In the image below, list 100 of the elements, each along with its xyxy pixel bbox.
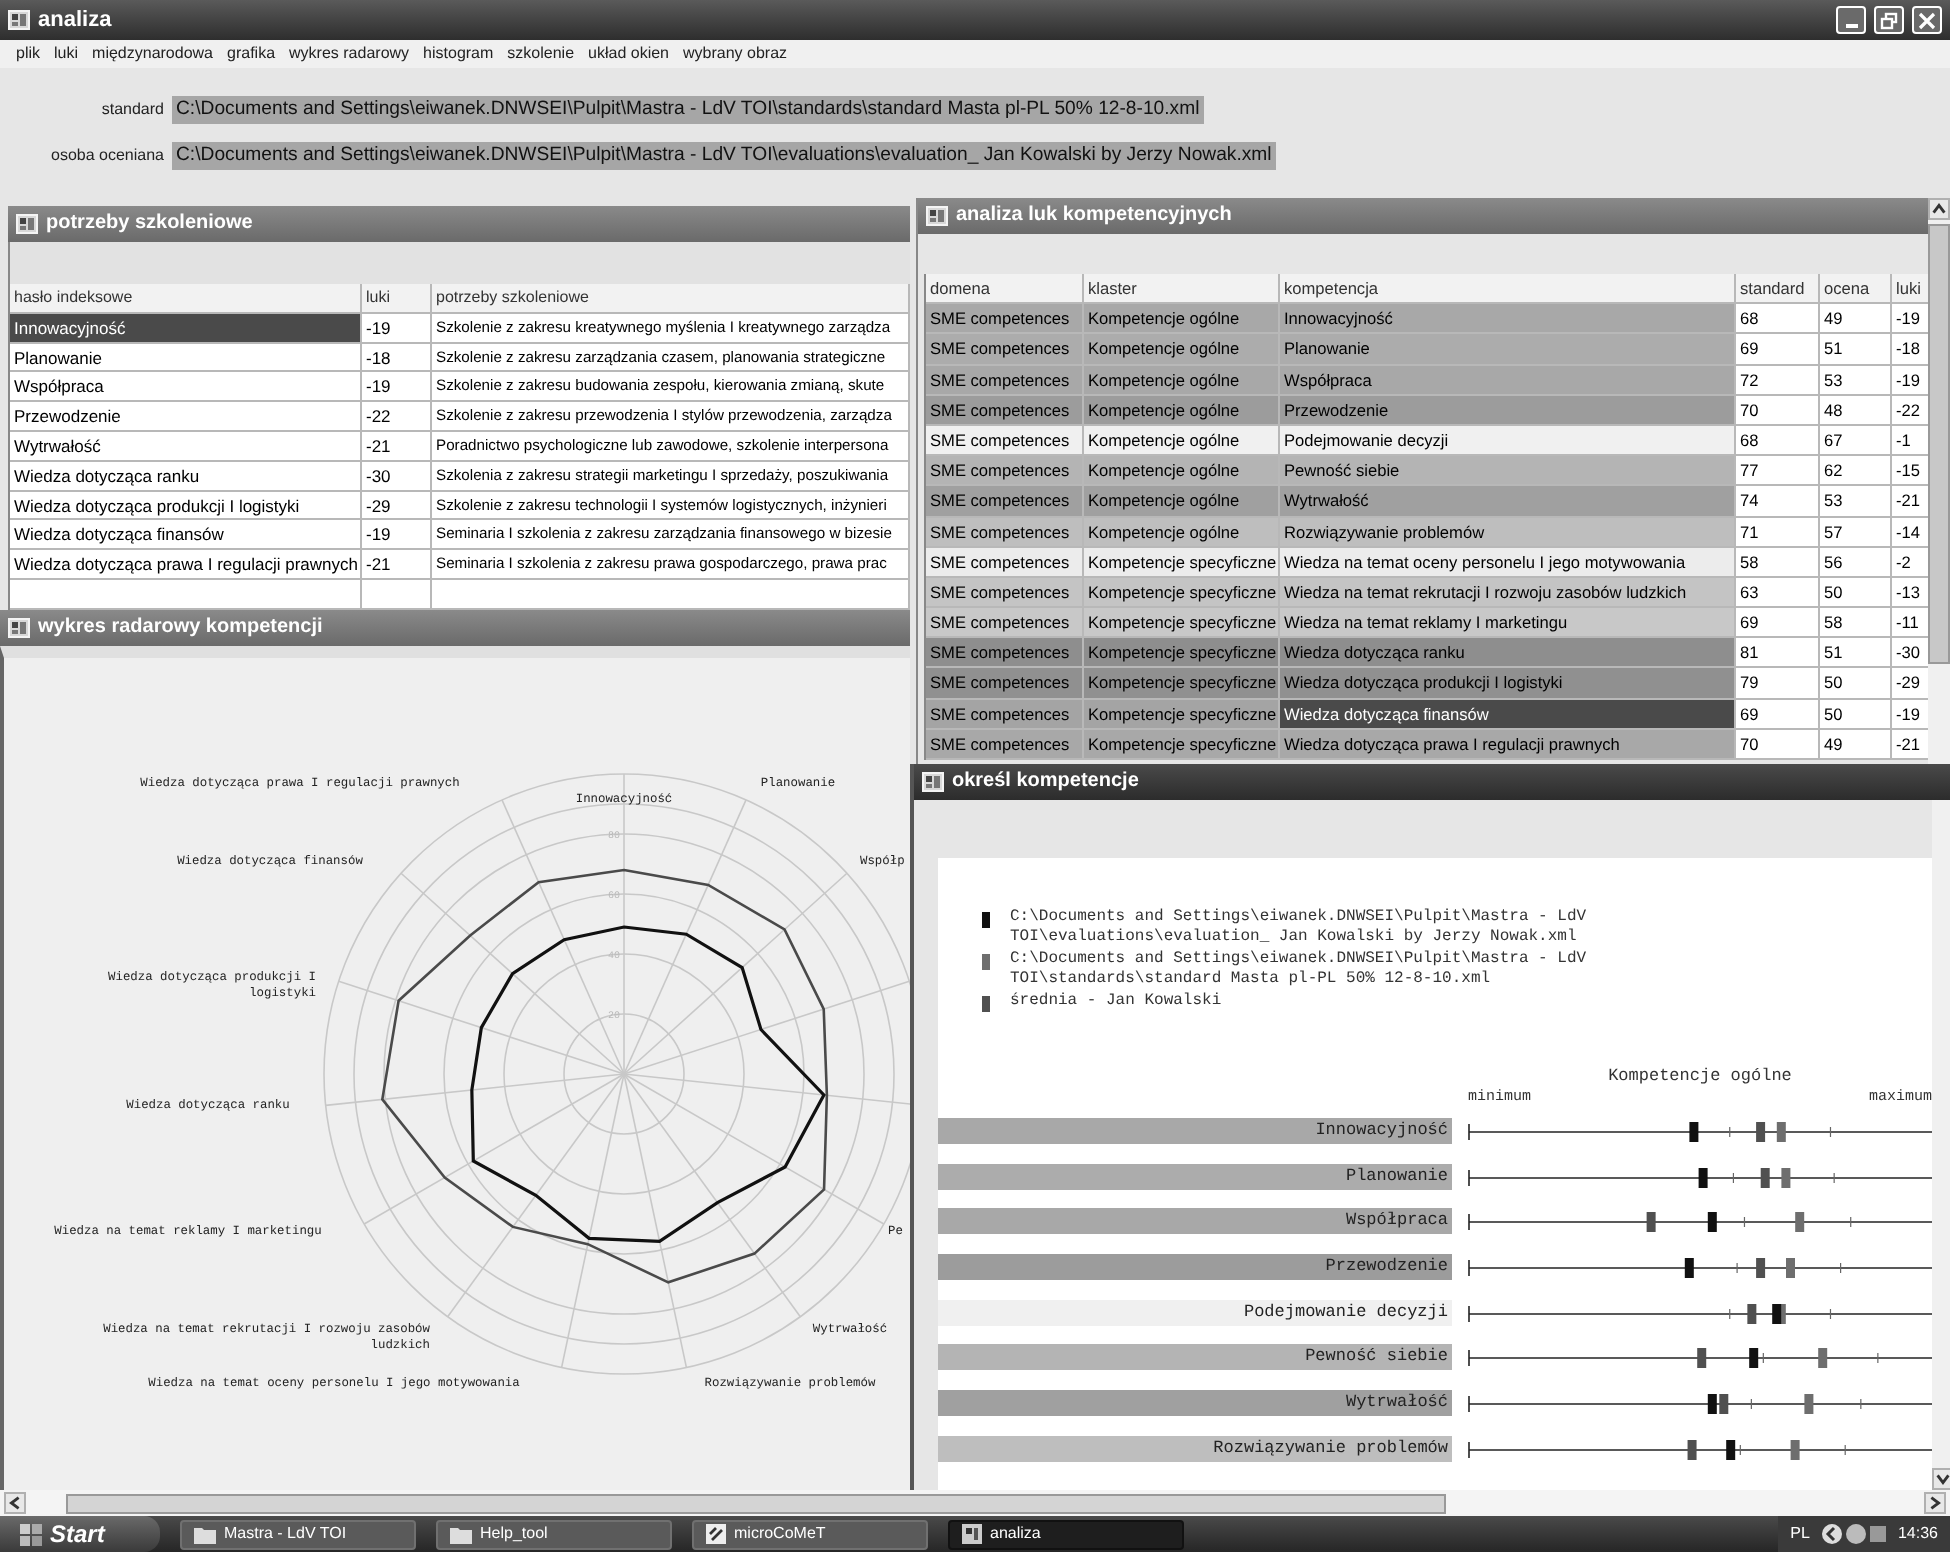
start-button[interactable]: Start [0,1516,160,1552]
path-field[interactable]: C:\Documents and Settings\eiwanek.DNWSEI\Pulpit\Mastra - LdV TOI\standards\standard Masta pl-PL 50% 12-8-10.xml [172,96,1204,124]
window-icon [8,10,30,30]
table-cell: 70 [1736,395,1820,426]
scroll-up-button[interactable] [1928,198,1950,220]
panel-title: wykres radarowy kompetencji [38,617,323,638]
menu-item[interactable]: luki [54,46,79,62]
legend-label: C:\Documents and Settings\eiwanek.DNWSEI\Pulpit\Mastra - LdV TOI\evaluations\evaluation_ Jan Kowalski by Jerzy Nowak.xml [1010,908,1589,948]
table-cell[interactable]: Wytrwałość [1280,486,1736,517]
table-cell: 69 [1736,334,1820,366]
language-indicator[interactable]: PL [1790,1522,1810,1546]
vertical-scrollbar[interactable] [1932,800,1950,1490]
menu-item[interactable]: grafika [227,46,276,62]
table-cell: 53 [1820,486,1892,517]
menu-item[interactable]: szkolenie [507,46,575,62]
menu-item[interactable]: plik [16,46,41,62]
table-cell: 48 [1820,395,1892,426]
clock: 14:36 [1897,1522,1938,1546]
table-cell[interactable]: Wiedza dotycząca finansów [1280,699,1736,730]
panel-title: potrzeby szkoleniowe [46,214,253,234]
table-cell: Kompetencje specyficzne [1084,547,1280,578]
table-cell[interactable]: Wiedza dotycząca ranku [1280,638,1736,669]
scroll-down-button[interactable] [1932,1468,1950,1490]
table-cell: 71 [1736,517,1820,548]
table-cell[interactable]: Wiedza dotycząca prawa I regulacji prawnych [1280,729,1736,760]
taskbar-button[interactable]: microCoMeT [692,1519,928,1549]
table-cell[interactable]: Innowacyjność [10,313,362,344]
table-cell[interactable]: Pewność siebie [1280,456,1736,487]
menu-item[interactable]: histogram [423,46,494,62]
field-label: standard [99,98,166,122]
maximize-button[interactable] [1874,6,1904,34]
table-cell[interactable]: Współpraca [1280,365,1736,396]
table-cell[interactable]: Współpraca [10,372,362,403]
table-cell[interactable]: Wytrwałość [10,431,362,462]
table-cell[interactable]: Wiedza na temat rekrutacji I rozwoju zasobów ludzkich [1280,577,1736,609]
table-cell: 63 [1736,577,1820,609]
window-icon [962,1524,982,1544]
table-cell[interactable]: Innowacyjność [1280,304,1736,335]
vertical-scrollbar[interactable] [1928,198,1950,764]
scrollbar-thumb[interactable] [66,1493,1446,1513]
taskbar-button[interactable]: Help_tool [436,1519,672,1549]
table-cell[interactable]: Podejmowanie decyzji [1280,425,1736,457]
table-cell: -19 [362,520,432,551]
table-cell: SME competences [926,486,1084,517]
table-cell[interactable]: Wiedza dotycząca prawa I regulacji prawnych [10,550,362,580]
table-cell[interactable]: Rozwiązywanie problemów [1280,517,1736,548]
folder-icon [194,1525,216,1543]
table-cell[interactable]: Wiedza dotycząca produkcji I logistyki [1280,668,1736,700]
taskbar-button[interactable]: Mastra - LdV TOI [180,1519,416,1549]
path-field[interactable]: C:\Documents and Settings\eiwanek.DNWSEI\Pulpit\Mastra - LdV TOI\evaluations\evaluation_ Jan Kowalski by Jerzy Nowak.xml [172,142,1276,170]
column-header[interactable]: ocena [1820,274,1892,305]
close-button[interactable] [1912,6,1942,34]
minimize-icon [1845,23,1857,27]
table-cell: SME competences [926,456,1084,487]
table-cell[interactable]: Przewodzenie [1280,395,1736,426]
competence-label: Współpraca [938,1208,1452,1235]
table-cell: -18 [362,343,432,373]
competence-label: Innowacyjność [938,1117,1452,1144]
table-cell: 57 [1820,517,1892,548]
table-cell: 72 [1736,365,1820,396]
windows-logo-icon [20,1523,42,1545]
taskbar-button[interactable]: analiza [948,1519,1184,1549]
table-cell: 58 [1736,547,1820,578]
column-header[interactable]: potrzeby szkoleniowe [432,284,910,314]
table-cell: 51 [1820,334,1892,366]
menu-item[interactable]: międzynarodowa [92,46,214,62]
table-cell: Kompetencje specyficzne [1084,668,1280,700]
table-cell: SME competences [926,425,1084,457]
scroll-left-button[interactable] [4,1492,26,1514]
table-cell[interactable]: Przewodzenie [10,402,362,432]
scroll-right-button[interactable] [1924,1492,1946,1514]
table-cell: Kompetencje ogólne [1084,486,1280,517]
table-cell: SME competences [926,577,1084,609]
menu-item[interactable]: układ okien [588,46,670,62]
table-cell: SME competences [926,365,1084,396]
table-cell: -19 [362,372,432,403]
table-cell: 50 [1820,577,1892,609]
legend-label: średnia - Jan Kowalski [1010,992,1224,1012]
table-cell[interactable]: Wiedza dotycząca ranku [10,461,362,492]
table-cell[interactable]: Wiedza dotycząca produkcji I logistyki [10,491,362,521]
table-cell: Kompetencje ogólne [1084,304,1280,335]
table-cell: SME competences [926,395,1084,426]
table-cell[interactable]: Wiedza dotycząca finansów [10,520,362,551]
table-cell[interactable]: Wiedza na temat reklamy I marketingu [1280,608,1736,639]
table-cell: 53 [1820,365,1892,396]
table-cell: 62 [1820,456,1892,487]
table-cell: 79 [1736,668,1820,700]
scrollbar-thumb[interactable] [1928,224,1950,664]
column-header[interactable]: standard [1736,274,1820,305]
table-cell[interactable]: Wiedza na temat oceny personelu I jego motywowania [1280,547,1736,578]
table-cell: Kompetencje ogólne [1084,456,1280,487]
table-cell[interactable]: Planowanie [10,343,362,373]
column-header[interactable]: luki [362,284,432,314]
minimize-button[interactable] [1836,6,1866,34]
competence-label: Wytrwałość [938,1389,1452,1416]
horizontal-scrollbar[interactable] [0,1490,1950,1516]
menu-item[interactable]: wykres radarowy [289,46,410,62]
menu-item[interactable]: wybrany obraz [683,46,788,62]
table-cell: 68 [1736,425,1820,457]
table-cell[interactable]: Planowanie [1280,334,1736,366]
